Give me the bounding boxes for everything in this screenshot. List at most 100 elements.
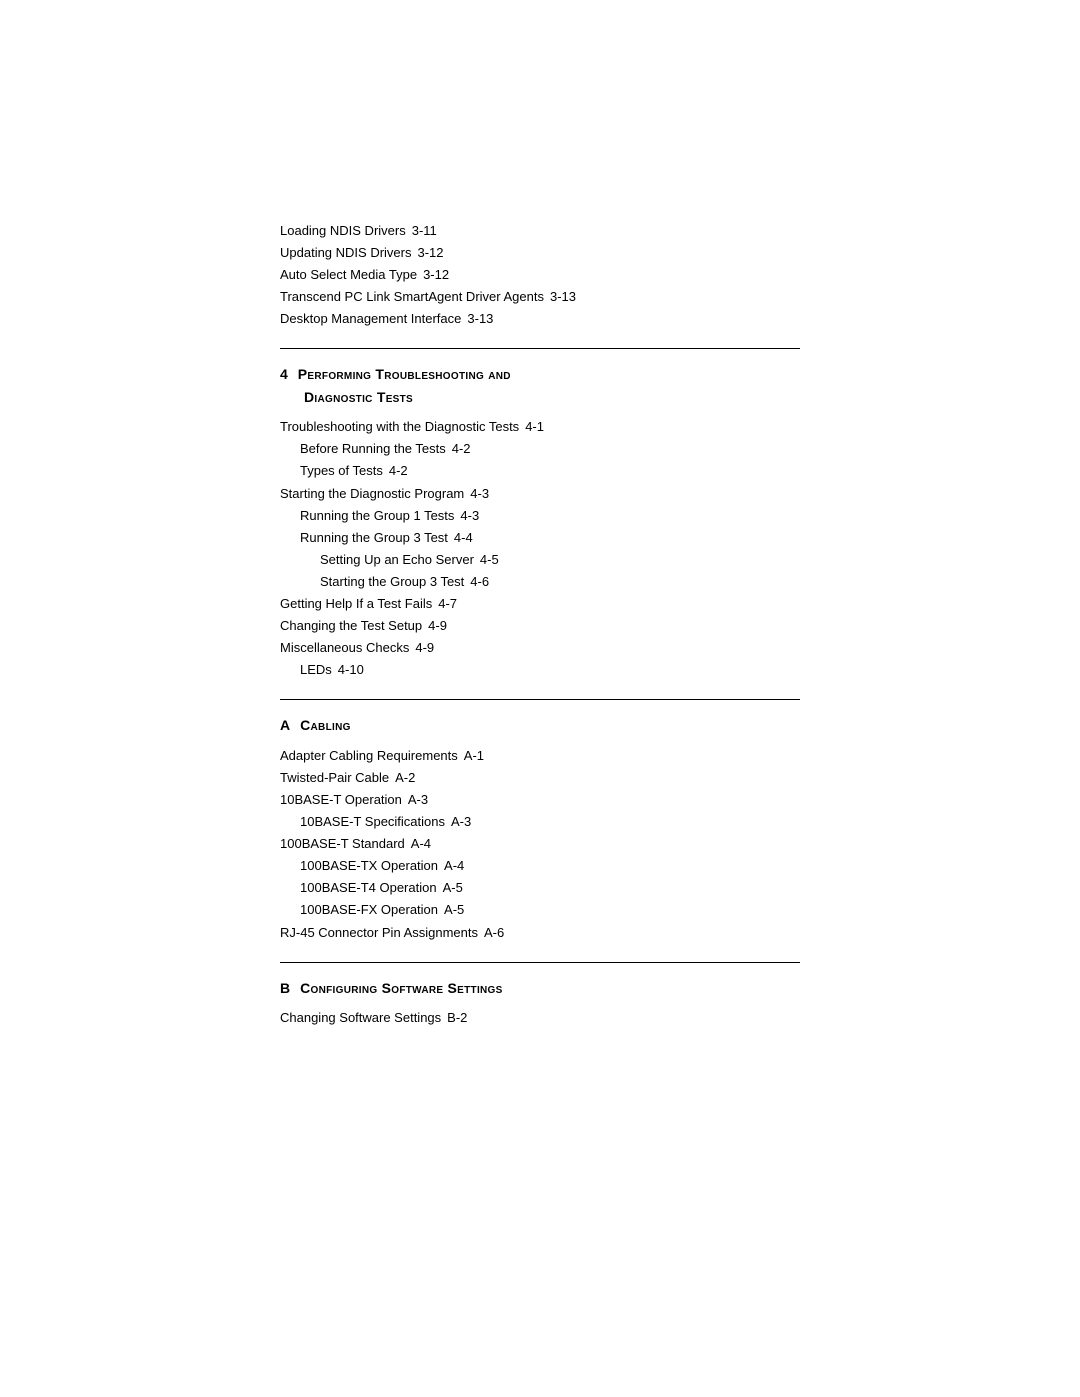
entry-page: A-2	[395, 767, 415, 789]
toc-entry: Desktop Management Interface 3-13	[280, 308, 800, 330]
entry-title: Starting the Group 3 Test	[320, 571, 464, 593]
entry-page: 3-13	[467, 308, 493, 330]
entry-title: 100BASE-T4 Operation	[300, 877, 437, 899]
toc-entry: Adapter Cabling Requirements A-1	[280, 745, 800, 767]
section-title: Cabling	[300, 714, 351, 736]
toc-entry: Miscellaneous Checks 4-9	[280, 637, 800, 659]
toc-entry: 100BASE-FX Operation A-5	[280, 899, 800, 921]
section-number: 4	[280, 363, 288, 385]
section-title: Configuring Software Settings	[300, 977, 502, 999]
entry-title: Troubleshooting with the Diagnostic Test…	[280, 416, 519, 438]
entry-page: 3-12	[423, 264, 449, 286]
entry-title: Loading NDIS Drivers	[280, 220, 406, 242]
entry-title: Updating NDIS Drivers	[280, 242, 412, 264]
entry-title: 100BASE-T Standard	[280, 833, 405, 855]
entry-title: Setting Up an Echo Server	[320, 549, 474, 571]
entry-title: Running the Group 3 Test	[300, 527, 448, 549]
entry-page: 4-9	[415, 637, 434, 659]
entry-page: 4-7	[438, 593, 457, 615]
entry-title: RJ-45 Connector Pin Assignments	[280, 922, 478, 944]
entry-page: A-4	[444, 855, 464, 877]
entry-title: Auto Select Media Type	[280, 264, 417, 286]
entry-title: Changing the Test Setup	[280, 615, 422, 637]
entry-page: 4-1	[525, 416, 544, 438]
toc-entry: Starting the Diagnostic Program 4-3	[280, 483, 800, 505]
entry-title: 10BASE-T Specifications	[300, 811, 445, 833]
toc-entry: 100BASE-T Standard A-4	[280, 833, 800, 855]
toc-section-4: Troubleshooting with the Diagnostic Test…	[280, 416, 800, 681]
entry-page: 4-2	[452, 438, 471, 460]
toc-entry: Troubleshooting with the Diagnostic Test…	[280, 416, 800, 438]
page: Loading NDIS Drivers 3-11 Updating NDIS …	[0, 0, 1080, 1397]
toc-entry: Types of Tests 4-2	[280, 460, 800, 482]
section-header-line1: 4 Performing Troubleshooting and	[280, 363, 800, 385]
section-header-b: B Configuring Software Settings	[280, 977, 800, 999]
toc-entry: Auto Select Media Type 3-12	[280, 264, 800, 286]
entry-page: 4-5	[480, 549, 499, 571]
toc-entry: Running the Group 3 Test 4-4	[280, 527, 800, 549]
entry-title: Transcend PC Link SmartAgent Driver Agen…	[280, 286, 544, 308]
section-header-4: 4 Performing Troubleshooting and Diagnos…	[280, 363, 800, 408]
toc-entry: Before Running the Tests 4-2	[280, 438, 800, 460]
toc-entry: 100BASE-T4 Operation A-5	[280, 877, 800, 899]
section-number: B	[280, 977, 290, 999]
toc-entry: 10BASE-T Operation A-3	[280, 789, 800, 811]
entry-title: 100BASE-FX Operation	[300, 899, 438, 921]
entry-title: Changing Software Settings	[280, 1007, 441, 1029]
entry-page: 4-4	[454, 527, 473, 549]
section-title: Performing Troubleshooting and	[298, 363, 511, 385]
entry-page: A-5	[444, 899, 464, 921]
section-header-line1: A Cabling	[280, 714, 800, 736]
entry-page: 4-10	[338, 659, 364, 681]
entry-page: 4-2	[389, 460, 408, 482]
entry-title: Miscellaneous Checks	[280, 637, 409, 659]
entry-title: Before Running the Tests	[300, 438, 446, 460]
toc-entry: Twisted-Pair Cable A-2	[280, 767, 800, 789]
entry-title: Desktop Management Interface	[280, 308, 461, 330]
entry-title: Starting the Diagnostic Program	[280, 483, 464, 505]
toc-entry: Transcend PC Link SmartAgent Driver Agen…	[280, 286, 800, 308]
toc-section-a: Adapter Cabling Requirements A-1 Twisted…	[280, 745, 800, 944]
divider	[280, 962, 800, 963]
toc-entry: Getting Help If a Test Fails 4-7	[280, 593, 800, 615]
entry-title: Adapter Cabling Requirements	[280, 745, 458, 767]
entry-title: Types of Tests	[300, 460, 383, 482]
entry-page: 4-3	[460, 505, 479, 527]
entry-page: 4-9	[428, 615, 447, 637]
divider	[280, 699, 800, 700]
entry-page: 4-3	[470, 483, 489, 505]
entry-page: A-6	[484, 922, 504, 944]
entry-page: A-4	[411, 833, 431, 855]
toc-entry: LEDs 4-10	[280, 659, 800, 681]
toc-entry: Changing the Test Setup 4-9	[280, 615, 800, 637]
toc-entry: Setting Up an Echo Server 4-5	[280, 549, 800, 571]
entry-title: Getting Help If a Test Fails	[280, 593, 432, 615]
toc-entry: Starting the Group 3 Test 4-6	[280, 571, 800, 593]
entry-page: A-1	[464, 745, 484, 767]
entry-page: 4-6	[470, 571, 489, 593]
section-header-line1: B Configuring Software Settings	[280, 977, 800, 999]
toc-entry: Updating NDIS Drivers 3-12	[280, 242, 800, 264]
entry-page: 3-11	[412, 220, 437, 242]
entry-page: A-5	[443, 877, 463, 899]
section-header-line2: Diagnostic Tests	[280, 386, 800, 408]
entry-title: 100BASE-TX Operation	[300, 855, 438, 877]
toc-section-pre: Loading NDIS Drivers 3-11 Updating NDIS …	[280, 220, 800, 330]
toc-entry: 100BASE-TX Operation A-4	[280, 855, 800, 877]
entry-page: A-3	[451, 811, 471, 833]
section-header-a: A Cabling	[280, 714, 800, 736]
entry-page: A-3	[408, 789, 428, 811]
entry-page: B-2	[447, 1007, 467, 1029]
entry-title: Running the Group 1 Tests	[300, 505, 454, 527]
section-title-continued: Diagnostic Tests	[304, 386, 413, 408]
entry-title: Twisted-Pair Cable	[280, 767, 389, 789]
toc-entry: Loading NDIS Drivers 3-11	[280, 220, 800, 242]
entry-title: 10BASE-T Operation	[280, 789, 402, 811]
divider	[280, 348, 800, 349]
toc-entry: Changing Software Settings B-2	[280, 1007, 800, 1029]
toc-entry: RJ-45 Connector Pin Assignments A-6	[280, 922, 800, 944]
entry-page: 3-12	[418, 242, 444, 264]
toc-entry: 10BASE-T Specifications A-3	[280, 811, 800, 833]
toc-section-b: Changing Software Settings B-2	[280, 1007, 800, 1029]
section-number: A	[280, 714, 290, 736]
